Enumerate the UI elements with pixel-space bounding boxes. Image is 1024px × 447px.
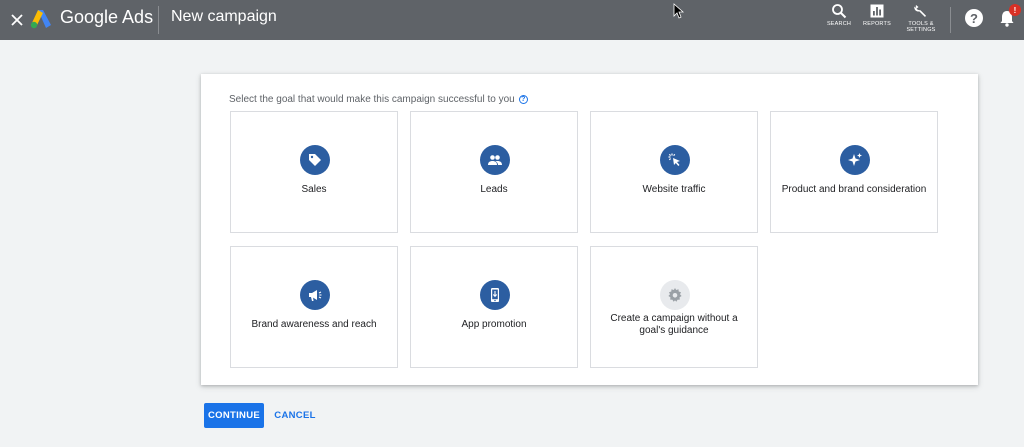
continue-button[interactable]: CONTINUE <box>204 403 264 428</box>
header-divider <box>158 6 159 34</box>
goal-card-leads[interactable]: Leads <box>410 111 578 233</box>
goal-label: Leads <box>480 184 508 195</box>
goal-card-website-traffic[interactable]: Website traffic <box>590 111 758 233</box>
goal-label: Create a campaign without a goal's guida… <box>610 313 738 336</box>
help-button[interactable]: ? <box>965 9 983 27</box>
gear-icon <box>660 280 690 310</box>
goal-prompt: Select the goal that would make this cam… <box>229 94 528 105</box>
phone-download-icon <box>480 280 510 310</box>
top-bar: Google Ads New campaign SEARCH REPORTS T… <box>0 0 1024 40</box>
page-title: New campaign <box>171 8 277 25</box>
goal-selection-card: Select the goal that would make this cam… <box>201 74 978 385</box>
mouse-pointer-icon <box>673 3 685 19</box>
tools-settings-button[interactable]: TOOLS & SETTINGS <box>904 3 938 33</box>
reports-icon <box>870 4 884 18</box>
reports-tool-label: REPORTS <box>863 21 891 27</box>
goal-card-sales[interactable]: Sales <box>230 111 398 233</box>
wrench-icon <box>914 5 926 17</box>
search-tool-button[interactable]: SEARCH <box>825 3 853 27</box>
brand-name: Google Ads <box>60 7 154 27</box>
people-icon <box>480 145 510 175</box>
sparkle-icon <box>840 145 870 175</box>
tools-settings-label: TOOLS & SETTINGS <box>906 21 936 33</box>
goal-label: Website traffic <box>642 184 706 195</box>
goal-card-brand-awareness[interactable]: Brand awareness and reach <box>230 246 398 368</box>
cursor-click-icon <box>660 145 690 175</box>
goal-label: Product and brand consideration <box>781 184 927 195</box>
goal-prompt-text: Select the goal that would make this cam… <box>229 94 515 105</box>
reports-tool-button[interactable]: REPORTS <box>862 3 892 27</box>
goal-label: Brand awareness and reach <box>251 319 377 330</box>
search-tool-label: SEARCH <box>826 21 852 27</box>
tag-icon <box>300 145 330 175</box>
help-circle-icon[interactable]: ? <box>518 95 528 104</box>
goal-card-no-goal[interactable]: Create a campaign without a goal's guida… <box>590 246 758 368</box>
goal-card-product-brand-consideration[interactable]: Product and brand consideration <box>770 111 938 233</box>
search-icon <box>832 4 847 19</box>
google-ads-logo <box>30 10 51 29</box>
goal-label: Sales <box>301 184 327 195</box>
close-icon <box>11 14 23 26</box>
header-divider-right <box>950 7 951 33</box>
goal-label: App promotion <box>461 319 527 330</box>
close-button[interactable] <box>6 9 28 31</box>
goal-card-app-promotion[interactable]: App promotion <box>410 246 578 368</box>
notification-badge: ! <box>1009 4 1021 16</box>
cancel-button[interactable]: CANCEL <box>272 403 318 428</box>
megaphone-icon <box>300 280 330 310</box>
